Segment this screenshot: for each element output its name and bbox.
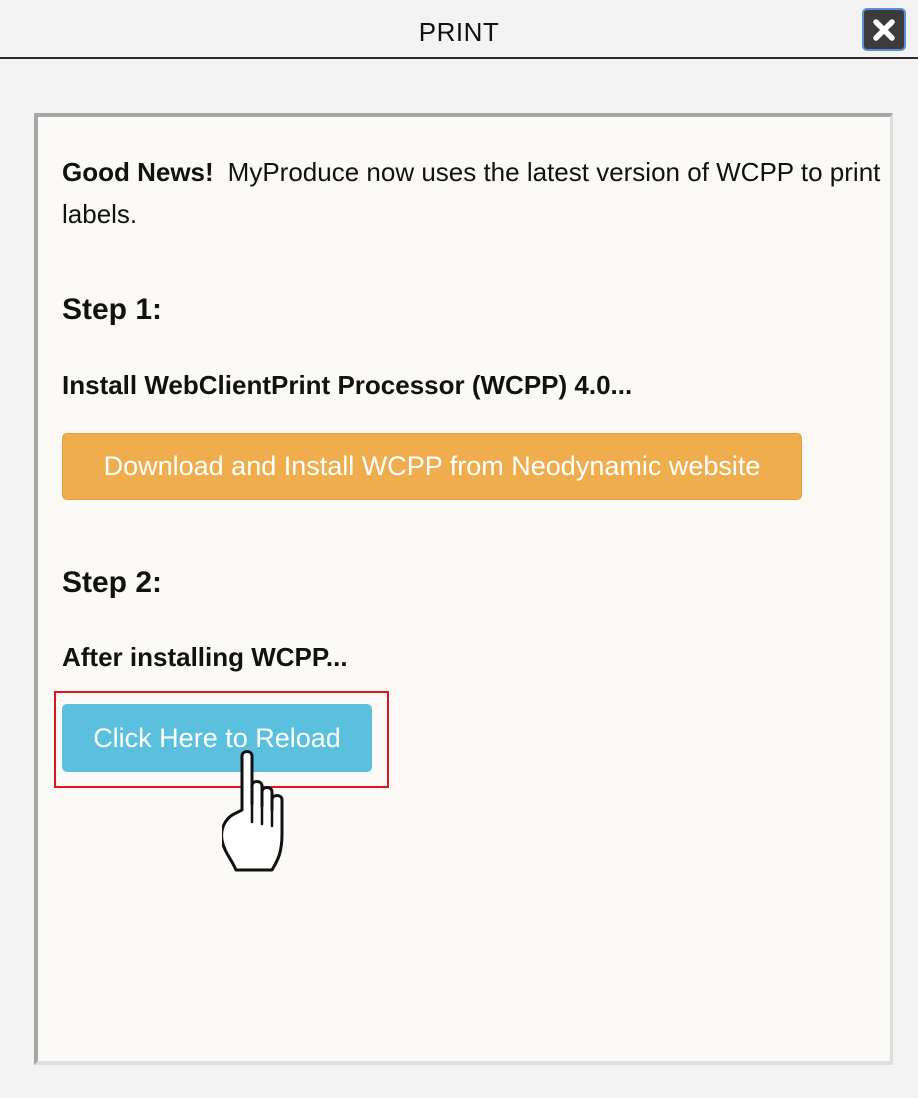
step2-text: After installing WCPP... <box>62 642 348 672</box>
dialog-title: PRINT <box>418 17 500 47</box>
close-button[interactable] <box>862 8 906 51</box>
hand-pointer-icon <box>222 750 284 872</box>
intro-message: Good News! MyProduce now uses the latest … <box>62 151 882 235</box>
print-panel: Good News! MyProduce now uses the latest … <box>34 113 893 1065</box>
download-wcpp-button[interactable]: Download and Install WCPP from Neodynami… <box>62 433 802 500</box>
step2-heading: Step 2: <box>62 566 163 599</box>
reload-button[interactable]: Click Here to Reload <box>62 704 372 772</box>
intro-bold: Good News! <box>62 157 214 187</box>
step1-text: Install WebClientPrint Processor (WCPP) … <box>62 370 633 400</box>
step1-heading: Step 1: <box>62 293 163 326</box>
dialog-header: PRINT <box>0 0 918 59</box>
close-icon <box>873 18 895 41</box>
